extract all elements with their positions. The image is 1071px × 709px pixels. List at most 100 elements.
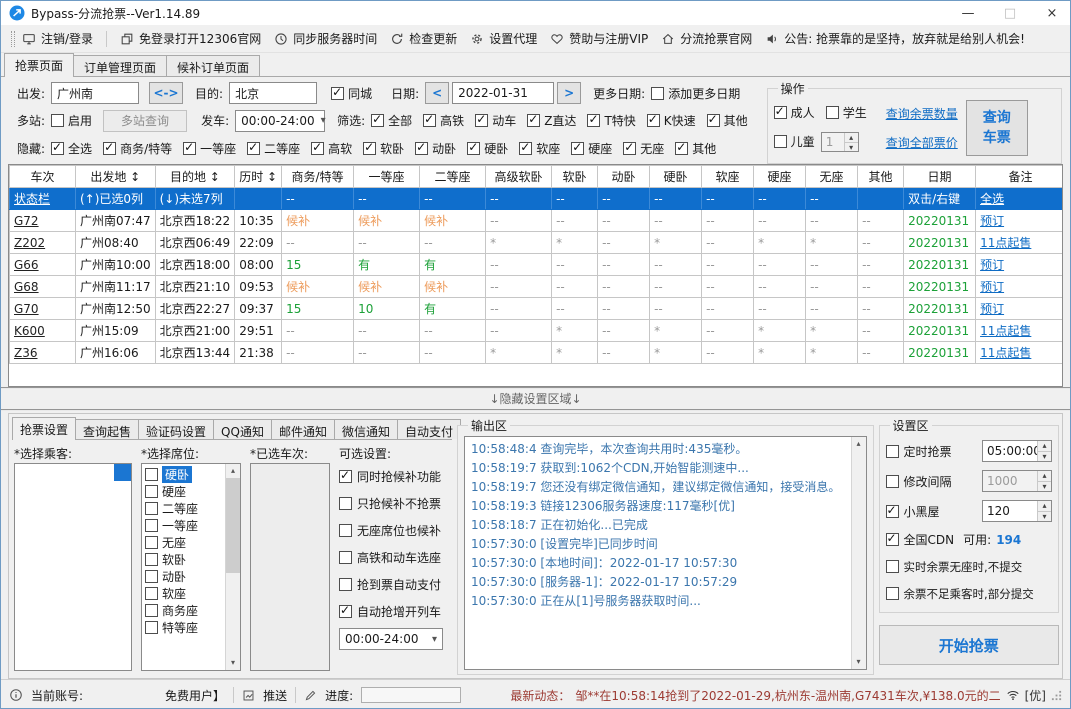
checkbox[interactable]: [145, 587, 158, 600]
hide-option-2[interactable]: 一等座: [183, 140, 236, 157]
settings-tab-3[interactable]: QQ通知: [213, 419, 272, 439]
checkbox[interactable]: [773, 135, 787, 149]
status-bar-cell[interactable]: 状态栏: [9, 187, 76, 210]
stepper-down-icon[interactable]: ▾: [1038, 451, 1051, 461]
child-checkbox[interactable]: 儿童: [773, 133, 815, 150]
add-more-dates-checkbox[interactable]: 添加更多日期: [651, 85, 740, 102]
minimize-button[interactable]: —: [950, 1, 986, 25]
hide-settings-divider[interactable]: ↓隐藏设置区域↓: [1, 387, 1070, 411]
grab-option-1[interactable]: 只抢候补不抢票: [339, 490, 450, 517]
start-grab-button[interactable]: 开始抢票: [878, 625, 1059, 665]
checkbox[interactable]: [885, 474, 899, 488]
stepper-up-icon[interactable]: ▴: [844, 132, 858, 143]
column-header[interactable]: 日期: [903, 165, 977, 188]
checkbox[interactable]: [646, 112, 660, 127]
remark-link[interactable]: 预订: [975, 297, 1062, 320]
checkbox[interactable]: [145, 536, 158, 549]
grab-time-range-select[interactable]: 00:00-24:00 ▾: [339, 628, 443, 650]
hide-option-7[interactable]: 硬卧: [467, 140, 508, 157]
train-number-link[interactable]: Z202: [9, 231, 76, 254]
train-number-link[interactable]: K600: [9, 319, 76, 342]
checkbox[interactable]: [339, 603, 352, 618]
checkbox[interactable]: [623, 140, 637, 155]
hide-option-3[interactable]: 二等座: [247, 140, 300, 157]
column-header[interactable]: 高级软卧: [485, 165, 553, 188]
column-header[interactable]: 硬卧: [649, 165, 703, 188]
grab-option-2[interactable]: 无座席位也候补: [339, 517, 450, 544]
scroll-down-icon[interactable]: ▾: [226, 656, 240, 670]
stepper-down-icon[interactable]: ▾: [844, 142, 858, 151]
table-row[interactable]: Z36 广州16:06 北京西13:44 21:38 -- -- -- * * -- * -- * * --…: [9, 341, 1062, 364]
seat-option-3[interactable]: 一等座: [142, 517, 225, 534]
checkbox[interactable]: [885, 531, 899, 546]
remark-link[interactable]: 预订: [975, 253, 1062, 276]
checkbox[interactable]: [519, 140, 533, 155]
hide-option-9[interactable]: 硬座: [571, 140, 612, 157]
grid-status-row[interactable]: 状态栏 (↑)已选0列 (↓)未选7列 -- -- -- -- -- -- -- -- -- -- 双击/…: [9, 187, 1062, 210]
checkbox[interactable]: [103, 140, 117, 155]
checkbox[interactable]: [675, 140, 689, 155]
same-city-checkbox[interactable]: 同城: [331, 85, 372, 102]
column-header[interactable]: 动卧: [597, 165, 651, 188]
checkbox[interactable]: [339, 524, 352, 537]
select-all-link[interactable]: 全选: [975, 187, 1062, 210]
filter-option-5[interactable]: K快速: [646, 112, 696, 129]
toolbar-item-5[interactable]: 赞助与注册VIP: [550, 30, 648, 47]
seat-option-8[interactable]: 商务座: [142, 602, 225, 619]
table-row[interactable]: K600 广州15:09 北京西21:00 29:51 -- -- -- -- * -- * -- * *…: [9, 319, 1062, 342]
toolbar-item-6[interactable]: 分流抢票官网: [661, 30, 752, 47]
remark-link[interactable]: 11点起售: [975, 319, 1062, 342]
table-row[interactable]: G72 广州南07:47 北京西18:22 10:35 候补 候补 候补 -- -- -- -- --…: [9, 209, 1062, 232]
adult-checkbox[interactable]: 成人: [773, 104, 815, 121]
resize-grip-icon[interactable]: [1051, 690, 1062, 701]
grab-option-4[interactable]: 抢到票自动支付: [339, 571, 450, 598]
multi-enable-checkbox[interactable]: 启用: [51, 112, 92, 129]
remark-link[interactable]: 预订: [975, 209, 1062, 232]
depart-time-select[interactable]: 00:00-24:00 ▾: [235, 109, 326, 132]
checkbox[interactable]: [885, 560, 899, 573]
output-scrollbar[interactable]: ▴ ▾: [850, 437, 866, 669]
table-row[interactable]: G68 广州南11:17 北京西21:10 09:53 候补 候补 候补 -- -- -- -- --…: [9, 275, 1062, 298]
checkbox[interactable]: [145, 570, 158, 583]
toolbar-item-3[interactable]: 检查更新: [390, 30, 457, 47]
checkbox[interactable]: [339, 551, 352, 564]
checkbox[interactable]: [885, 444, 899, 458]
query-price-link[interactable]: 查询全部票价: [886, 134, 958, 151]
query-remaining-link[interactable]: 查询余票数量: [886, 105, 958, 122]
checkbox[interactable]: [885, 503, 899, 518]
train-number-link[interactable]: G68: [9, 275, 76, 298]
dest-input[interactable]: 北京: [229, 82, 318, 104]
checkbox[interactable]: [475, 112, 489, 127]
checkbox[interactable]: [363, 140, 377, 155]
checkbox[interactable]: [183, 140, 197, 155]
checkbox[interactable]: [371, 112, 385, 127]
checkbox[interactable]: [145, 485, 158, 498]
settings-tab-4[interactable]: 邮件通知: [270, 419, 335, 439]
student-checkbox[interactable]: 学生: [825, 104, 867, 121]
checkbox[interactable]: [825, 106, 839, 120]
setting-extra-1[interactable]: 余票不足乘客时,部分提交: [885, 580, 1052, 607]
toolbar-item-1[interactable]: 免登录打开12306官网: [120, 30, 261, 47]
checkbox[interactable]: [571, 140, 585, 155]
checkbox[interactable]: [339, 578, 352, 591]
train-number-link[interactable]: G70: [9, 297, 76, 320]
checkbox[interactable]: [587, 112, 601, 127]
swap-stations-button[interactable]: <->: [149, 82, 184, 104]
stepper-down-icon[interactable]: ▾: [1038, 481, 1051, 491]
seat-option-1[interactable]: 硬座: [142, 483, 225, 500]
hide-option-4[interactable]: 高软: [311, 140, 352, 157]
toolbar-item-0[interactable]: 注销/登录: [22, 30, 93, 47]
toolbar-item-2[interactable]: 同步服务器时间: [274, 30, 377, 47]
grab-option-0[interactable]: 同时抢候补功能: [339, 463, 450, 490]
passenger-list[interactable]: [14, 463, 132, 671]
seat-option-4[interactable]: 无座: [142, 534, 225, 551]
settings-tab-5[interactable]: 微信通知: [333, 419, 398, 439]
train-number-link[interactable]: Z36: [9, 341, 76, 364]
train-number-link[interactable]: G66: [9, 253, 76, 276]
checkbox[interactable]: [247, 140, 261, 155]
column-header[interactable]: 出发地 ↕: [75, 165, 156, 188]
column-header[interactable]: 无座: [805, 165, 859, 188]
hide-option-5[interactable]: 软卧: [363, 140, 404, 157]
checkbox[interactable]: [145, 468, 158, 481]
train-number-link[interactable]: G72: [9, 209, 76, 232]
